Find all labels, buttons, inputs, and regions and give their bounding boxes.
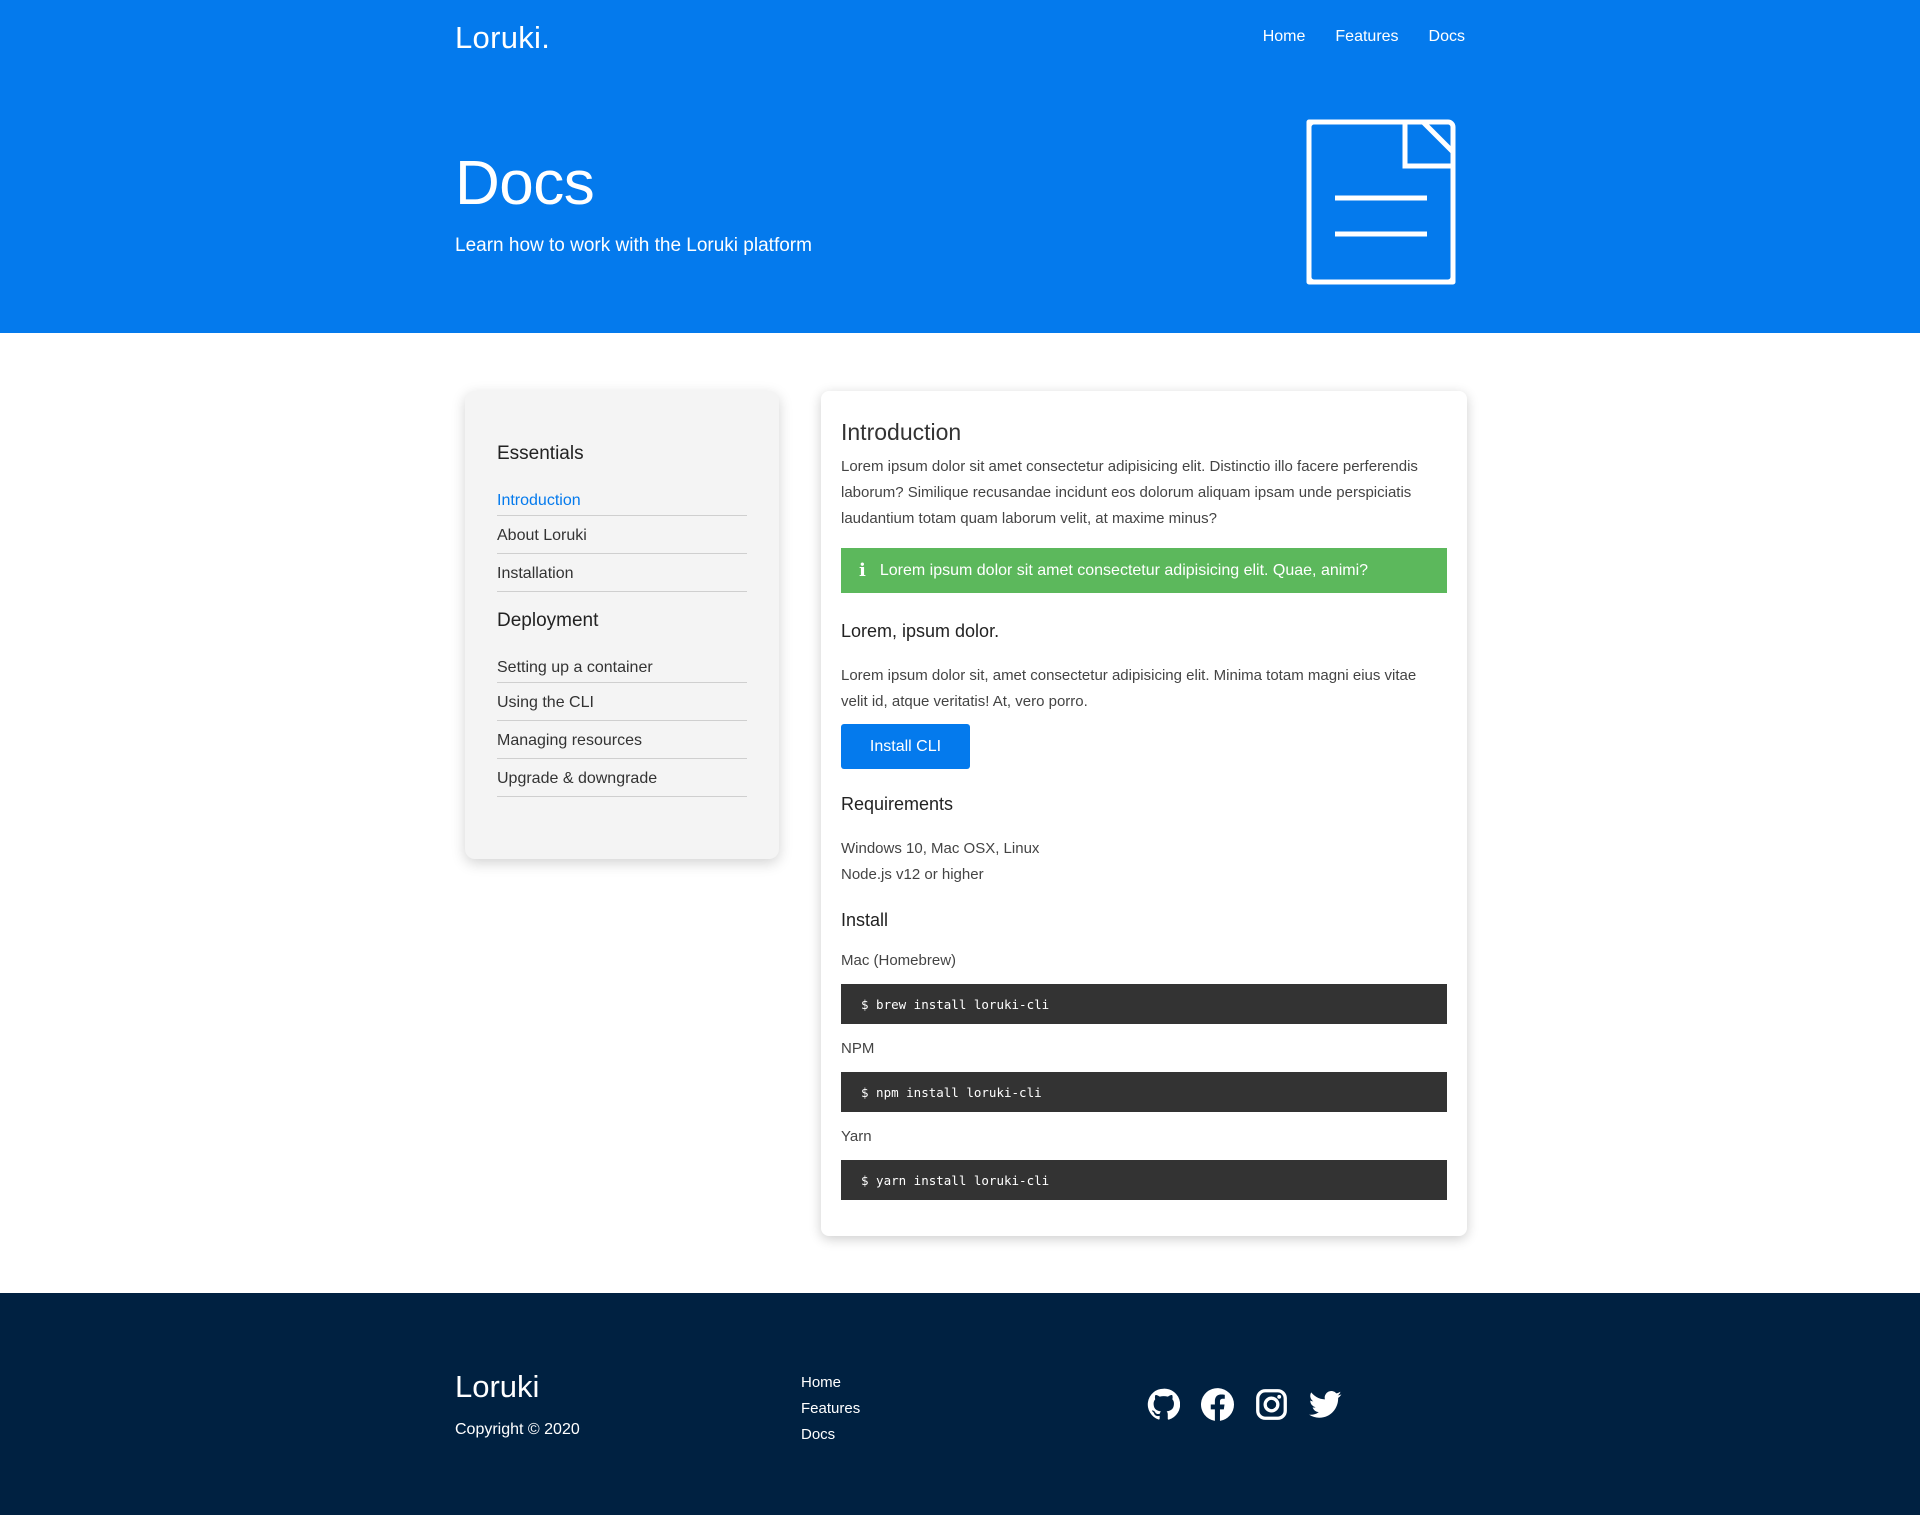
docs-card: Introduction Lorem ipsum dolor sit amet … <box>821 391 1467 1236</box>
code-block-brew[interactable]: $ brew install loruki-cli <box>841 984 1447 1024</box>
sidebar-item-container[interactable]: Setting up a container <box>497 654 747 683</box>
footer-link-features[interactable]: Features <box>801 1396 860 1422</box>
requirement-item: Windows 10, Mac OSX, Linux <box>841 840 1040 857</box>
footer-copyright: Copyright © 2020 <box>455 1421 580 1438</box>
info-icon: i <box>859 560 866 581</box>
twitter-icon[interactable] <box>1309 1388 1342 1421</box>
sidebar-item-resources[interactable]: Managing resources <box>497 721 747 759</box>
footer-link-docs[interactable]: Docs <box>801 1422 860 1448</box>
main-content: Essentials Introduction About Loruki Ins… <box>0 333 1920 1293</box>
requirements-heading: Requirements <box>841 794 954 814</box>
install-label-yarn: Yarn <box>841 1128 872 1145</box>
document-icon <box>1306 119 1456 285</box>
sidebar-list-essentials: Introduction About Loruki Installation <box>497 487 747 592</box>
instagram-icon[interactable] <box>1255 1388 1288 1421</box>
subheading: Lorem, ipsum dolor. <box>841 621 1000 641</box>
requirement-item: Node.js v12 or higher <box>841 866 984 883</box>
sidebar-item-upgrade[interactable]: Upgrade & downgrade <box>497 759 747 797</box>
facebook-icon[interactable] <box>1201 1388 1235 1421</box>
page-title: Docs <box>455 149 595 218</box>
intro-paragraph: Lorem ipsum dolor sit amet consectetur a… <box>841 458 1418 527</box>
navbar: Loruki. Home Features Docs <box>455 0 1465 74</box>
info-alert: i Lorem ipsum dolor sit amet consectetur… <box>841 548 1447 593</box>
install-cli-button[interactable]: Install CLI <box>841 724 970 769</box>
site-logo[interactable]: Loruki. <box>455 18 550 56</box>
install-label-mac: Mac (Homebrew) <box>841 952 957 969</box>
footer-link-home[interactable]: Home <box>801 1370 860 1396</box>
nav-docs[interactable]: Docs <box>1429 28 1465 45</box>
sidebar-item-introduction[interactable]: Introduction <box>497 487 747 516</box>
hero-body: Docs Learn how to work with the Loruki p… <box>455 74 1465 333</box>
hero-section: Loruki. Home Features Docs Docs Learn ho… <box>0 0 1920 333</box>
sidebar-item-about[interactable]: About Loruki <box>497 516 747 554</box>
code-block-npm[interactable]: $ npm install loruki-cli <box>841 1072 1447 1112</box>
footer-logo: Loruki <box>455 1369 540 1404</box>
sidebar-heading-essentials: Essentials <box>497 443 584 464</box>
install-label-npm: NPM <box>841 1040 875 1057</box>
install-heading: Install <box>841 910 889 930</box>
sidebar-heading-deployment: Deployment <box>497 610 599 631</box>
code-block-yarn[interactable]: $ yarn install loruki-cli <box>841 1160 1447 1200</box>
main-nav: Home Features Docs <box>1233 28 1465 46</box>
alert-text: Lorem ipsum dolor sit amet consectetur a… <box>879 561 1369 579</box>
nav-home[interactable]: Home <box>1263 28 1306 45</box>
social-links <box>1147 1388 1342 1421</box>
page-subtitle: Learn how to work with the Loruki platfo… <box>455 235 812 256</box>
site-footer: Loruki Copyright © 2020 Home Features Do… <box>0 1293 1920 1515</box>
sidebar-item-cli[interactable]: Using the CLI <box>497 683 747 721</box>
sidebar-list-deployment: Setting up a container Using the CLI Man… <box>497 654 747 797</box>
docs-sidebar: Essentials Introduction About Loruki Ins… <box>465 391 779 859</box>
nav-features[interactable]: Features <box>1335 28 1398 45</box>
github-icon[interactable] <box>1147 1388 1181 1421</box>
content-title: Introduction <box>841 419 962 445</box>
footer-nav: Home Features Docs <box>801 1370 860 1448</box>
sidebar-item-installation[interactable]: Installation <box>497 554 747 592</box>
subheading-text: Lorem ipsum dolor sit, amet consectetur … <box>841 667 1417 710</box>
